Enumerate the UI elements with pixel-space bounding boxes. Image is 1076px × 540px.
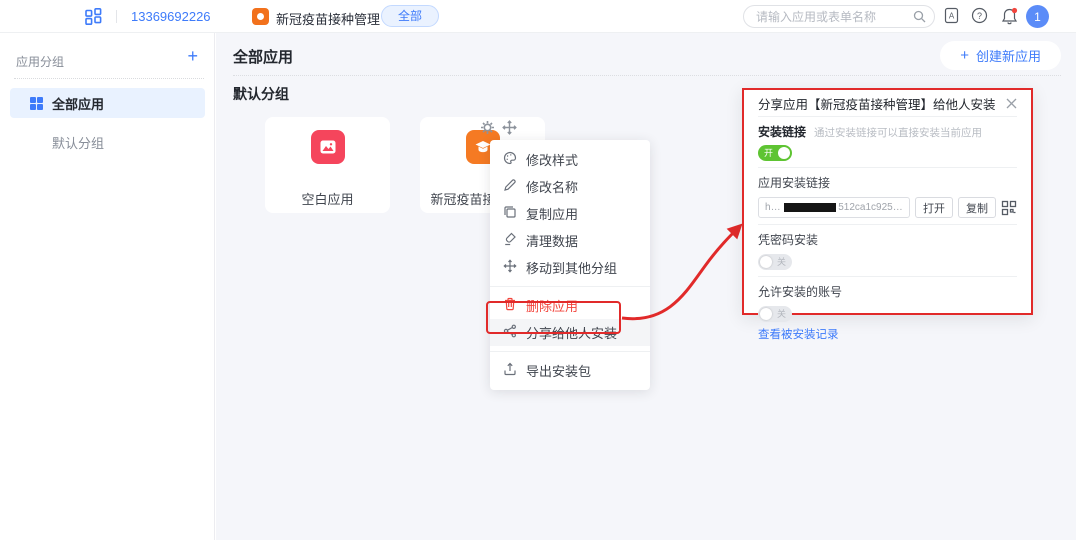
close-icon[interactable] — [1006, 98, 1017, 109]
palette-icon — [503, 151, 517, 168]
install-url-field[interactable]: https:// 512ca1c925540e07a78... — [758, 197, 910, 218]
section-title-default-group: 默认分组 — [233, 84, 289, 104]
view-install-records-link[interactable]: 查看被安装记录 — [758, 326, 1017, 342]
app-move-icon[interactable] — [502, 120, 517, 140]
create-app-button[interactable]: + 创建新应用 — [940, 41, 1061, 70]
sidebar-item-all-apps[interactable]: 全部应用 — [10, 88, 205, 118]
allowed-accounts-toggle[interactable]: 关 — [758, 306, 792, 322]
search-icon — [913, 10, 926, 23]
menu-item-duplicate-app[interactable]: 复制应用 — [490, 200, 650, 227]
password-install-label: 凭密码安装 — [758, 233, 818, 247]
install-link-section: 安装链接 通过安装链接可以直接安装当前应用 开 — [758, 117, 1017, 168]
move-icon — [503, 259, 517, 276]
password-install-section: 凭密码安装 关 — [758, 225, 1017, 277]
allowed-accounts-label: 允许安装的账号 — [758, 285, 842, 299]
topbar-divider — [116, 10, 117, 23]
app-card-blank[interactable]: 空白应用 — [265, 117, 390, 213]
qr-code-icon[interactable] — [1001, 200, 1017, 216]
menu-item-delete-app[interactable]: 删除应用 — [490, 292, 650, 319]
export-icon — [503, 362, 517, 379]
share-install-panel: 分享应用【新冠疫苗接种管理】给他人安装 安装链接 通过安装链接可以直接安装当前应… — [742, 88, 1033, 315]
svg-text:?: ? — [977, 11, 982, 21]
main-content: 全部应用 + 创建新应用 默认分组 空白应用 — [216, 33, 1076, 540]
sidebar-item-default-group[interactable]: 默认分组 — [10, 128, 205, 156]
svg-text:A: A — [949, 12, 955, 21]
menu-item-export-package[interactable]: 导出安装包 — [490, 357, 650, 384]
clean-icon — [503, 232, 517, 249]
app-grid-logo-icon[interactable] — [85, 8, 102, 30]
share-icon — [503, 324, 517, 341]
install-link-label: 安装链接 — [758, 123, 806, 140]
filter-all-pill[interactable]: 全部 — [381, 5, 439, 27]
workspace-app-icon[interactable] — [252, 8, 269, 25]
image-icon — [311, 130, 345, 164]
menu-item-rename[interactable]: 修改名称 — [490, 173, 650, 200]
menu-item-clear-data[interactable]: 清理数据 — [490, 227, 650, 254]
redacted-url-segment — [784, 203, 836, 212]
app-context-menu: 修改样式 修改名称 复制应用 — [490, 140, 650, 390]
install-link-hint: 通过安装链接可以直接安装当前应用 — [814, 125, 982, 140]
open-link-button[interactable]: 打开 — [915, 197, 953, 218]
sidebar-item-label: 全部应用 — [52, 94, 104, 113]
page-title: 全部应用 — [233, 46, 293, 67]
password-install-toggle[interactable]: 关 — [758, 254, 792, 270]
contacts-icon[interactable]: A — [943, 7, 960, 29]
trash-icon — [503, 297, 517, 314]
menu-divider — [490, 351, 650, 352]
menu-item-share-install[interactable]: 分享给他人安装 — [490, 319, 650, 346]
plus-icon: + — [960, 47, 969, 64]
menu-item-move-to-group[interactable]: 移动到其他分组 — [490, 254, 650, 281]
workspace-name[interactable]: 新冠疫苗接种管理 — [276, 9, 380, 28]
copy-link-button[interactable]: 复制 — [958, 197, 996, 218]
share-panel-title: 分享应用【新冠疫苗接种管理】给他人安装 — [758, 94, 996, 113]
pencil-icon — [503, 178, 517, 195]
allowed-accounts-section: 允许安装的账号 关 查看被安装记录 — [758, 277, 1017, 348]
sidebar-divider — [14, 78, 204, 79]
app-window: 13369692226 新冠疫苗接种管理 全部 A ? — [0, 0, 1076, 540]
header-divider — [233, 75, 1061, 76]
top-bar: 13369692226 新冠疫苗接种管理 全部 A ? — [0, 0, 1076, 33]
install-link-toggle[interactable]: 开 — [758, 145, 792, 161]
sidebar: 应用分组 + 全部应用 默认分组 — [0, 33, 215, 540]
app-card-name: 空白应用 — [271, 189, 384, 208]
search-input[interactable] — [756, 10, 913, 24]
add-group-button[interactable]: + — [187, 47, 198, 65]
app-settings-gear-icon[interactable] — [480, 120, 495, 140]
notification-bell-icon[interactable] — [1000, 7, 1019, 31]
menu-item-modify-style[interactable]: 修改样式 — [490, 146, 650, 173]
search-box[interactable] — [743, 5, 935, 28]
app-install-link-section: 应用安装链接 https:// 512ca1c925540e07a78... 打… — [758, 168, 1017, 225]
sidebar-group-header: 应用分组 — [16, 53, 64, 70]
grid-icon — [30, 97, 43, 110]
account-phone-number[interactable]: 13369692226 — [131, 9, 211, 24]
copy-icon — [503, 205, 517, 222]
user-avatar[interactable]: 1 — [1026, 5, 1049, 28]
app-install-link-label: 应用安装链接 — [758, 176, 830, 190]
menu-divider — [490, 286, 650, 287]
help-icon[interactable]: ? — [971, 7, 988, 29]
